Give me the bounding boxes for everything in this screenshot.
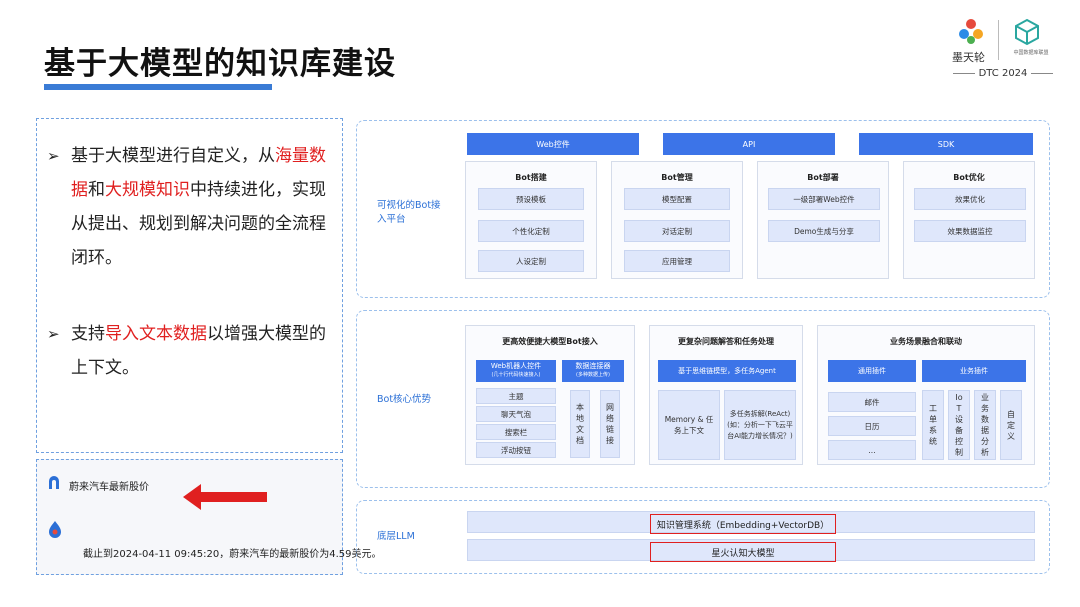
plugin-data-analysis: 业务数据分析 — [974, 390, 996, 460]
subhead-web-widget: Web机器人控件 (几十行代码快速接入) — [476, 360, 556, 382]
motianlun-logo-text: 墨天轮 — [952, 51, 985, 64]
group-complex-tasks: 更复杂问题解答和任务处理 基于思维链模型，多任务Agent Memory & 任… — [649, 325, 803, 465]
item-box: 个性化定制 — [478, 220, 584, 242]
bullet-item-1: ➢ 基于大模型进行自定义，从海量数据和大规模知识中持续进化，实现从提出、规划到解… — [47, 139, 332, 275]
subhead-business-plugin: 业务插件 — [922, 360, 1026, 382]
item-box: 效果优化 — [914, 188, 1026, 210]
user-avatar-icon — [49, 476, 59, 489]
item-box: ... — [828, 440, 916, 460]
header-logos: 墨天轮 中国数据库联盟 DTC 2024 — [948, 16, 1058, 86]
topbar-web-widget: Web控件 — [467, 133, 639, 155]
column-bot-manage: Bot管理 模型配置 对话定制 应用管理 — [611, 161, 743, 279]
knowledge-system-label: 知识管理系统（Embedding+VectorDB） — [650, 514, 836, 534]
subhead-note: (几十行代码快速接入) — [491, 372, 541, 378]
chat-example: 蔚来汽车最新股价 截止到2024-04-11 09:45:20，蔚来汽车的最新股… — [36, 459, 381, 575]
subhead-agent: 基于思维链模型，多任务Agent — [658, 360, 796, 382]
subhead-data-connector: 数据连接器 (多种数据上传) — [562, 360, 624, 382]
subhead-note: (多种数据上传) — [576, 372, 610, 378]
highlight-text: 导入文本数据 — [105, 324, 207, 344]
chat-question: 蔚来汽车最新股价 — [69, 482, 149, 493]
item-box: 人设定制 — [478, 250, 584, 272]
dtc-subtitle: 中国数据库联盟 — [1013, 50, 1049, 56]
plugin-iot-control: IoT设备控制 — [948, 390, 970, 460]
bullet-item-2: ➢ 支持导入文本数据以增强大模型的上下文。 — [47, 317, 332, 385]
red-arrow-icon — [183, 484, 267, 510]
item-box: 预设模板 — [478, 188, 584, 210]
spark-model-label: 星火认知大模型 — [650, 542, 836, 562]
item-box: Demo生成与分享 — [768, 220, 880, 242]
panel-label: Bot核心优势 — [377, 394, 432, 405]
panel-label: 底层LLM — [377, 531, 415, 542]
panel-label: 可视化的Bot接入平台 — [377, 200, 441, 225]
item-box: 日历 — [828, 416, 916, 436]
group-business-integration: 业务场景融合和联动 通用插件 业务插件 邮件 日历 ... 工单系统 IoT设备… — [817, 325, 1035, 465]
item-box: 应用管理 — [624, 250, 730, 272]
left-text-box: ➢ 基于大模型进行自定义，从海量数据和大规模知识中持续进化，实现从提出、规划到解… — [36, 118, 343, 453]
highlight-text: 大规模知识 — [105, 180, 190, 200]
bullet-arrow-icon: ➢ — [47, 147, 60, 165]
subhead-label: 数据连接器 — [575, 362, 611, 370]
vertical-label: 自定义 — [1007, 409, 1015, 441]
column-title: Bot优化 — [953, 173, 985, 182]
vertical-label: 工单系统 — [929, 404, 937, 446]
item-box: 对话定制 — [624, 220, 730, 242]
bot-avatar-icon — [49, 521, 61, 538]
group-title: 更高效便捷大模型Bot接入 — [502, 337, 598, 346]
bullet-arrow-icon: ➢ — [47, 325, 60, 343]
group-title: 更复杂问题解答和任务处理 — [678, 337, 774, 346]
vertical-label: 业务数据分析 — [981, 393, 989, 457]
bullet-text: 基于大模型进行自定义，从海量数据和大规模知识中持续进化，实现从提出、规划到解决问… — [71, 139, 332, 275]
subhead-general-plugin: 通用插件 — [828, 360, 916, 382]
column-title: Bot管理 — [661, 173, 693, 182]
topbar-sdk: SDK — [859, 133, 1033, 155]
knowledge-system-row: 知识管理系统（Embedding+VectorDB） — [467, 511, 1035, 534]
title-underline — [44, 84, 272, 90]
item-box: 聊天气泡 — [476, 406, 556, 422]
dtc-event-label: DTC 2024 — [948, 68, 1058, 79]
group-title: 业务场景融合和联动 — [890, 337, 962, 346]
motianlun-logo-icon — [959, 19, 983, 44]
dtc-cube-icon — [1015, 18, 1039, 46]
bullet-text: 支持导入文本数据以增强大模型的上下文。 — [71, 317, 332, 385]
column-bot-optimize: Bot优化 效果优化 效果数据监控 — [903, 161, 1035, 279]
web-links-box: 网络链接 — [600, 390, 620, 458]
local-docs-box: 本地文档 — [570, 390, 590, 458]
column-title: Bot部署 — [807, 173, 839, 182]
text-segment: 支持 — [71, 324, 105, 344]
plugin-ticket-system: 工单系统 — [922, 390, 944, 460]
subhead-label: Web机器人控件 — [490, 362, 542, 370]
vertical-label: 网络链接 — [606, 403, 614, 445]
item-box: 主题 — [476, 388, 556, 404]
plugin-custom: 自定义 — [1000, 390, 1022, 460]
topbar-api: API — [663, 133, 835, 155]
memory-box: Memory & 任务上下文 — [658, 390, 720, 460]
text-segment: 基于大模型进行自定义，从 — [71, 146, 275, 166]
logo-divider — [998, 20, 999, 60]
item-box: 浮动按钮 — [476, 442, 556, 458]
text-segment: 和 — [88, 180, 105, 200]
column-bot-deploy: Bot部署 一级部署Web控件 Demo生成与分享 — [757, 161, 889, 279]
react-box: 多任务拆解(ReAct) (如：分析一下飞云平台AI能力增长情况？) — [724, 390, 796, 460]
spark-model-row: 星火认知大模型 — [467, 539, 1035, 562]
item-box: 模型配置 — [624, 188, 730, 210]
chat-answer: 截止到2024-04-11 09:45:20，蔚来汽车的最新股价为4.59美元。 — [83, 549, 382, 560]
item-box: 一级部署Web控件 — [768, 188, 880, 210]
page-title: 基于大模型的知识库建设 — [44, 46, 396, 82]
item-box: 搜索栏 — [476, 424, 556, 440]
item-box: 效果数据监控 — [914, 220, 1026, 242]
vertical-label: IoT设备控制 — [955, 393, 963, 457]
column-title: Bot搭建 — [515, 173, 547, 182]
group-efficient-access: 更高效便捷大模型Bot接入 Web机器人控件 (几十行代码快速接入) 数据连接器… — [465, 325, 635, 465]
panel-bot-platform: 可视化的Bot接入平台 Web控件 API SDK Bot搭建 预设模板 个性化… — [356, 120, 1050, 298]
item-box: 邮件 — [828, 392, 916, 412]
panel-base-llm: 底层LLM 知识管理系统（Embedding+VectorDB） 星火认知大模型 — [356, 500, 1050, 574]
vertical-label: 本地文档 — [576, 403, 584, 445]
panel-bot-advantages: Bot核心优势 更高效便捷大模型Bot接入 Web机器人控件 (几十行代码快速接… — [356, 310, 1050, 488]
column-bot-build: Bot搭建 预设模板 个性化定制 人设定制 — [465, 161, 597, 279]
